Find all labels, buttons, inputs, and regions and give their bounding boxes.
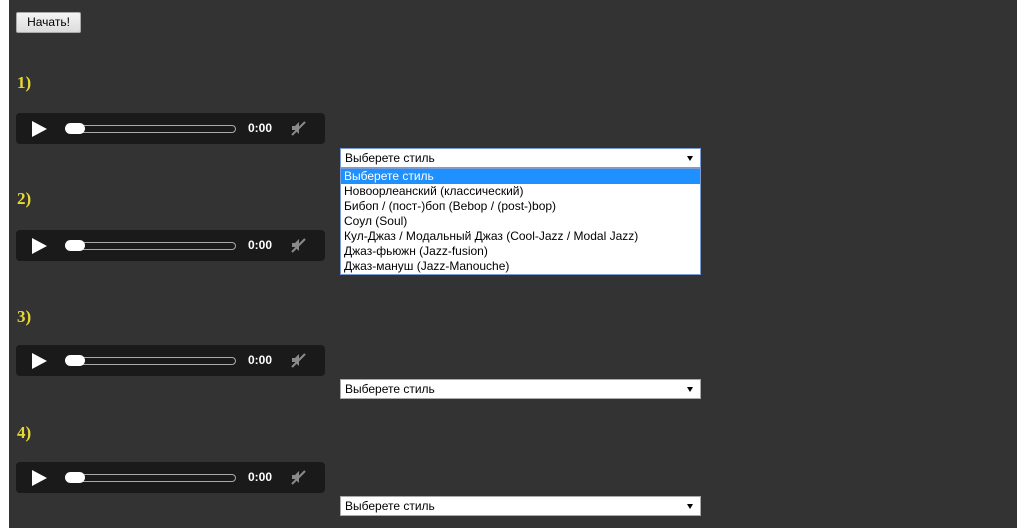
dropdown-option[interactable]: Джаз-фьюжн (Jazz-fusion) <box>341 244 700 259</box>
time-display: 0:00 <box>248 470 273 484</box>
time-display: 0:00 <box>248 121 273 135</box>
style-select[interactable]: Выберете стиль <box>340 148 701 168</box>
seek-thumb[interactable] <box>65 240 85 251</box>
dropdown-arrow-icon <box>687 504 693 509</box>
question-number: 3) <box>17 307 32 326</box>
muted-speaker-icon[interactable] <box>290 352 306 368</box>
dropdown-option[interactable]: Соул (Soul) <box>341 214 700 229</box>
dropdown-option[interactable]: Кул-Джаз / Модальный Джаз (Cool-Jazz / M… <box>341 229 700 244</box>
seek-bar[interactable] <box>66 125 236 133</box>
dropdown-option[interactable]: Джаз-мануш (Jazz-Manouche) <box>341 259 700 274</box>
audio-player[interactable]: 0:00 <box>16 113 325 144</box>
play-icon[interactable] <box>32 238 47 254</box>
dropdown-option[interactable]: Новоорлеанский (классический) <box>341 184 700 199</box>
seek-thumb[interactable] <box>65 472 85 483</box>
left-edge-strip <box>0 0 9 528</box>
dropdown-option[interactable]: Бибоп / (пост-)боп (Bebop / (post-)bop) <box>341 199 700 214</box>
dropdown-arrow-icon <box>687 156 693 161</box>
audio-player[interactable]: 0:00 <box>16 345 325 376</box>
muted-speaker-icon[interactable] <box>290 120 306 136</box>
style-select-value: Выберете стиль <box>345 382 435 396</box>
muted-speaker-icon[interactable] <box>290 237 306 253</box>
time-display: 0:00 <box>248 238 273 252</box>
question-number: 4) <box>17 423 32 442</box>
audio-player[interactable]: 0:00 <box>16 462 325 493</box>
seek-thumb[interactable] <box>65 123 85 134</box>
dropdown-option[interactable]: Выберете стиль <box>341 169 700 184</box>
muted-speaker-icon[interactable] <box>290 469 306 485</box>
dropdown-arrow-icon <box>687 387 693 392</box>
seek-bar[interactable] <box>66 242 236 250</box>
style-select-value: Выберете стиль <box>345 499 435 513</box>
question-number: 1) <box>17 73 32 92</box>
seek-bar[interactable] <box>66 474 236 482</box>
style-select[interactable]: Выберете стиль <box>340 496 701 516</box>
time-display: 0:00 <box>248 353 273 367</box>
style-select[interactable]: Выберете стиль <box>340 379 701 399</box>
start-button[interactable]: Начать! <box>16 12 81 33</box>
seek-bar[interactable] <box>66 357 236 365</box>
style-dropdown-list[interactable]: Выберете стиль Новоорлеанский (классичес… <box>340 168 701 275</box>
question-number: 2) <box>17 189 32 208</box>
play-icon[interactable] <box>32 121 47 137</box>
audio-player[interactable]: 0:00 <box>16 230 325 261</box>
seek-thumb[interactable] <box>65 355 85 366</box>
play-icon[interactable] <box>32 353 47 369</box>
style-select-value: Выберете стиль <box>345 151 435 165</box>
play-icon[interactable] <box>32 470 47 486</box>
